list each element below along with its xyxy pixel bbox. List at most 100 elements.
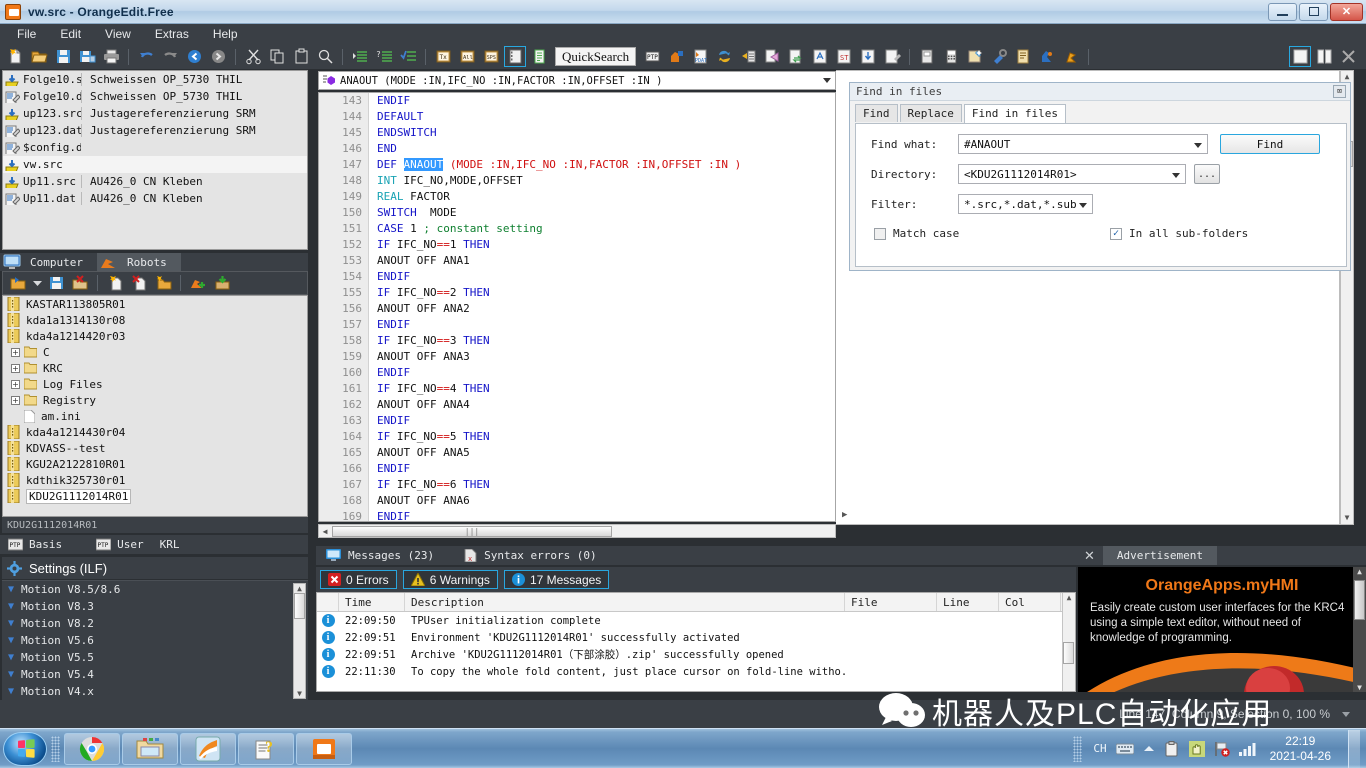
minimize-button[interactable]	[1268, 2, 1297, 21]
code-editor[interactable]: 143 144 145 146 147 148 149 150 151 152 …	[318, 92, 836, 522]
menu-item-extras[interactable]: Extras	[144, 25, 200, 43]
scroll-down-arrow[interactable]: ▼	[294, 689, 305, 698]
message-row[interactable]: i 22:09:51 Archive 'KDU2G1112014R01（下部涂胶…	[317, 646, 1075, 663]
chevron-down-icon[interactable]	[1172, 173, 1180, 178]
tab-krl[interactable]: KRL	[152, 535, 188, 554]
wizard-icon[interactable]	[964, 46, 986, 67]
ime-indicator[interactable]: CH	[1093, 742, 1106, 755]
menu-item-help[interactable]: Help	[202, 25, 249, 43]
code-line[interactable]: ENDIF	[370, 509, 835, 521]
fold-icon[interactable]	[761, 46, 783, 67]
indent-icon[interactable]	[349, 46, 371, 67]
scroll-thumb[interactable]	[294, 593, 305, 619]
taskbar-item-orange-swirl[interactable]	[180, 732, 236, 765]
edit-doc-icon[interactable]	[881, 46, 903, 67]
tab-find[interactable]: Find	[855, 104, 898, 122]
show-hidden-icon[interactable]	[1143, 744, 1155, 754]
settings-item[interactable]: ▼ Motion V5.4	[2, 666, 308, 683]
tree-node[interactable]: KDVASS--test	[3, 440, 307, 456]
subfolders-checkbox[interactable]: ✓	[1110, 227, 1122, 240]
header-description[interactable]: Description	[405, 593, 845, 611]
header-col[interactable]: Col	[999, 593, 1061, 611]
check-syntax-icon[interactable]	[397, 46, 419, 67]
advertisement-scrollbar[interactable]: ▲ ▼	[1353, 567, 1366, 692]
copy-icon[interactable]	[266, 46, 288, 67]
code-line[interactable]: INT IFC_NO,MODE,OFFSET	[370, 173, 835, 189]
tree-node-selected[interactable]: KDU2G1112014R01	[3, 488, 307, 504]
tree-node[interactable]: kda4a1214420r03	[3, 328, 307, 344]
windows-start-icon[interactable]	[3, 731, 47, 766]
scroll-doc-icon[interactable]	[1012, 46, 1034, 67]
add-robot-icon[interactable]	[187, 273, 209, 294]
code-line[interactable]: ANOUT OFF ANA4	[370, 397, 835, 413]
code-line[interactable]: IF IFC_NO==5 THEN	[370, 429, 835, 445]
new-file-icon[interactable]	[4, 46, 26, 67]
file-row-selected[interactable]: vw.src	[3, 156, 307, 173]
hand-icon[interactable]	[1188, 740, 1205, 757]
robot-blue-icon[interactable]	[1036, 46, 1058, 67]
refactor-icon[interactable]	[785, 46, 807, 67]
save-all-icon[interactable]	[76, 46, 98, 67]
taskbar-grip[interactable]	[51, 735, 60, 762]
match-case-row[interactable]: Match case	[874, 227, 959, 240]
settings-item[interactable]: ▼ Motion V8.5/8.6	[2, 581, 308, 598]
message-row[interactable]: i 22:09:50 TPUser initialization complet…	[317, 612, 1075, 629]
tab-syntax-errors[interactable]: x Syntax errors (0)	[454, 546, 607, 565]
advertisement-tab-label[interactable]: Advertisement	[1102, 546, 1217, 565]
print-icon[interactable]	[100, 46, 122, 67]
signal-icon[interactable]	[1238, 742, 1257, 756]
code-line[interactable]: SWITCH MODE	[370, 205, 835, 221]
file-row[interactable]: Up11.src AU426_0 CN Kleben	[3, 173, 307, 190]
settings-item[interactable]: ▼ Motion V5.5	[2, 649, 308, 666]
code-line[interactable]: ENDIF	[370, 413, 835, 429]
code-line[interactable]: DEF ANAOUT (MODE :IN,IFC_NO :IN,FACTOR :…	[370, 157, 835, 173]
code-line[interactable]: IF IFC_NO==4 THEN	[370, 381, 835, 397]
code-line[interactable]: REAL FACTOR	[370, 189, 835, 205]
expander-toggle[interactable]: +	[11, 395, 20, 405]
message-row[interactable]: i 22:09:51 Environment 'KDU2G1112014R01'…	[317, 629, 1075, 646]
code-line[interactable]: END	[370, 141, 835, 157]
scroll-up-arrow[interactable]: ▲	[1063, 593, 1075, 602]
tab-user[interactable]: PTP User	[88, 535, 152, 554]
scroll-thumb[interactable]	[1354, 580, 1365, 620]
code-line[interactable]: ANOUT OFF ANA3	[370, 349, 835, 365]
file-row[interactable]: Up11.dat AU426_0 CN Kleben	[3, 190, 307, 207]
code-line[interactable]: ANOUT OFF ANA5	[370, 445, 835, 461]
robot-move-icon[interactable]	[665, 46, 687, 67]
messages-scrollbar[interactable]: ▲	[1062, 593, 1075, 691]
taskbar-item-chrome[interactable]	[64, 732, 120, 765]
taskbar-item-help[interactable]: ?	[238, 732, 294, 765]
taskbar-item-orangeedit[interactable]	[296, 732, 352, 765]
tx-icon[interactable]: Tx	[432, 46, 454, 67]
code-text-area[interactable]: ENDIF DEFAULT ENDSWITCH END DEF ANAOUT (MODE…	[370, 93, 835, 521]
find-in-files-dialog[interactable]: Find in files ⌧ Find Replace Find in fil…	[849, 82, 1351, 271]
advertisement-panel[interactable]: OrangeApps.myHMI Easily create custom us…	[1078, 567, 1366, 692]
tree-node[interactable]: kda4a1214430r04	[3, 424, 307, 440]
outdent-icon[interactable]: ?	[373, 46, 395, 67]
sync-icon[interactable]	[713, 46, 735, 67]
download-icon[interactable]	[857, 46, 879, 67]
browse-button[interactable]: ...	[1194, 164, 1220, 184]
convert-icon[interactable]	[809, 46, 831, 67]
save-icon[interactable]	[52, 46, 74, 67]
scroll-up-arrow[interactable]: ▲	[1353, 567, 1366, 576]
menu-item-file[interactable]: File	[6, 25, 47, 43]
expander-toggle[interactable]: +	[11, 347, 20, 357]
code-line[interactable]: ANOUT OFF ANA2	[370, 301, 835, 317]
close-archive-icon[interactable]	[69, 273, 91, 294]
redo-icon[interactable]	[159, 46, 181, 67]
tree-node[interactable]: + Registry	[3, 392, 307, 408]
scroll-down-arrow[interactable]: ▼	[1341, 512, 1353, 524]
undo-icon[interactable]	[135, 46, 157, 67]
close-pane-icon[interactable]	[1337, 46, 1359, 67]
code-line[interactable]: IF IFC_NO==6 THEN	[370, 477, 835, 493]
code-line[interactable]: ENDSWITCH	[370, 125, 835, 141]
code-line[interactable]: ENDIF	[370, 93, 835, 109]
settings-item[interactable]: ▼ Motion V8.3	[2, 598, 308, 615]
keyboard-icon[interactable]	[1115, 743, 1134, 755]
code-line[interactable]: IF IFC_NO==1 THEN	[370, 237, 835, 253]
filmstrip-icon[interactable]	[504, 46, 526, 67]
tab-replace[interactable]: Replace	[899, 104, 962, 122]
filter-warnings-button[interactable]: 6 Warnings	[402, 570, 498, 589]
restore-icon[interactable]	[211, 273, 233, 294]
